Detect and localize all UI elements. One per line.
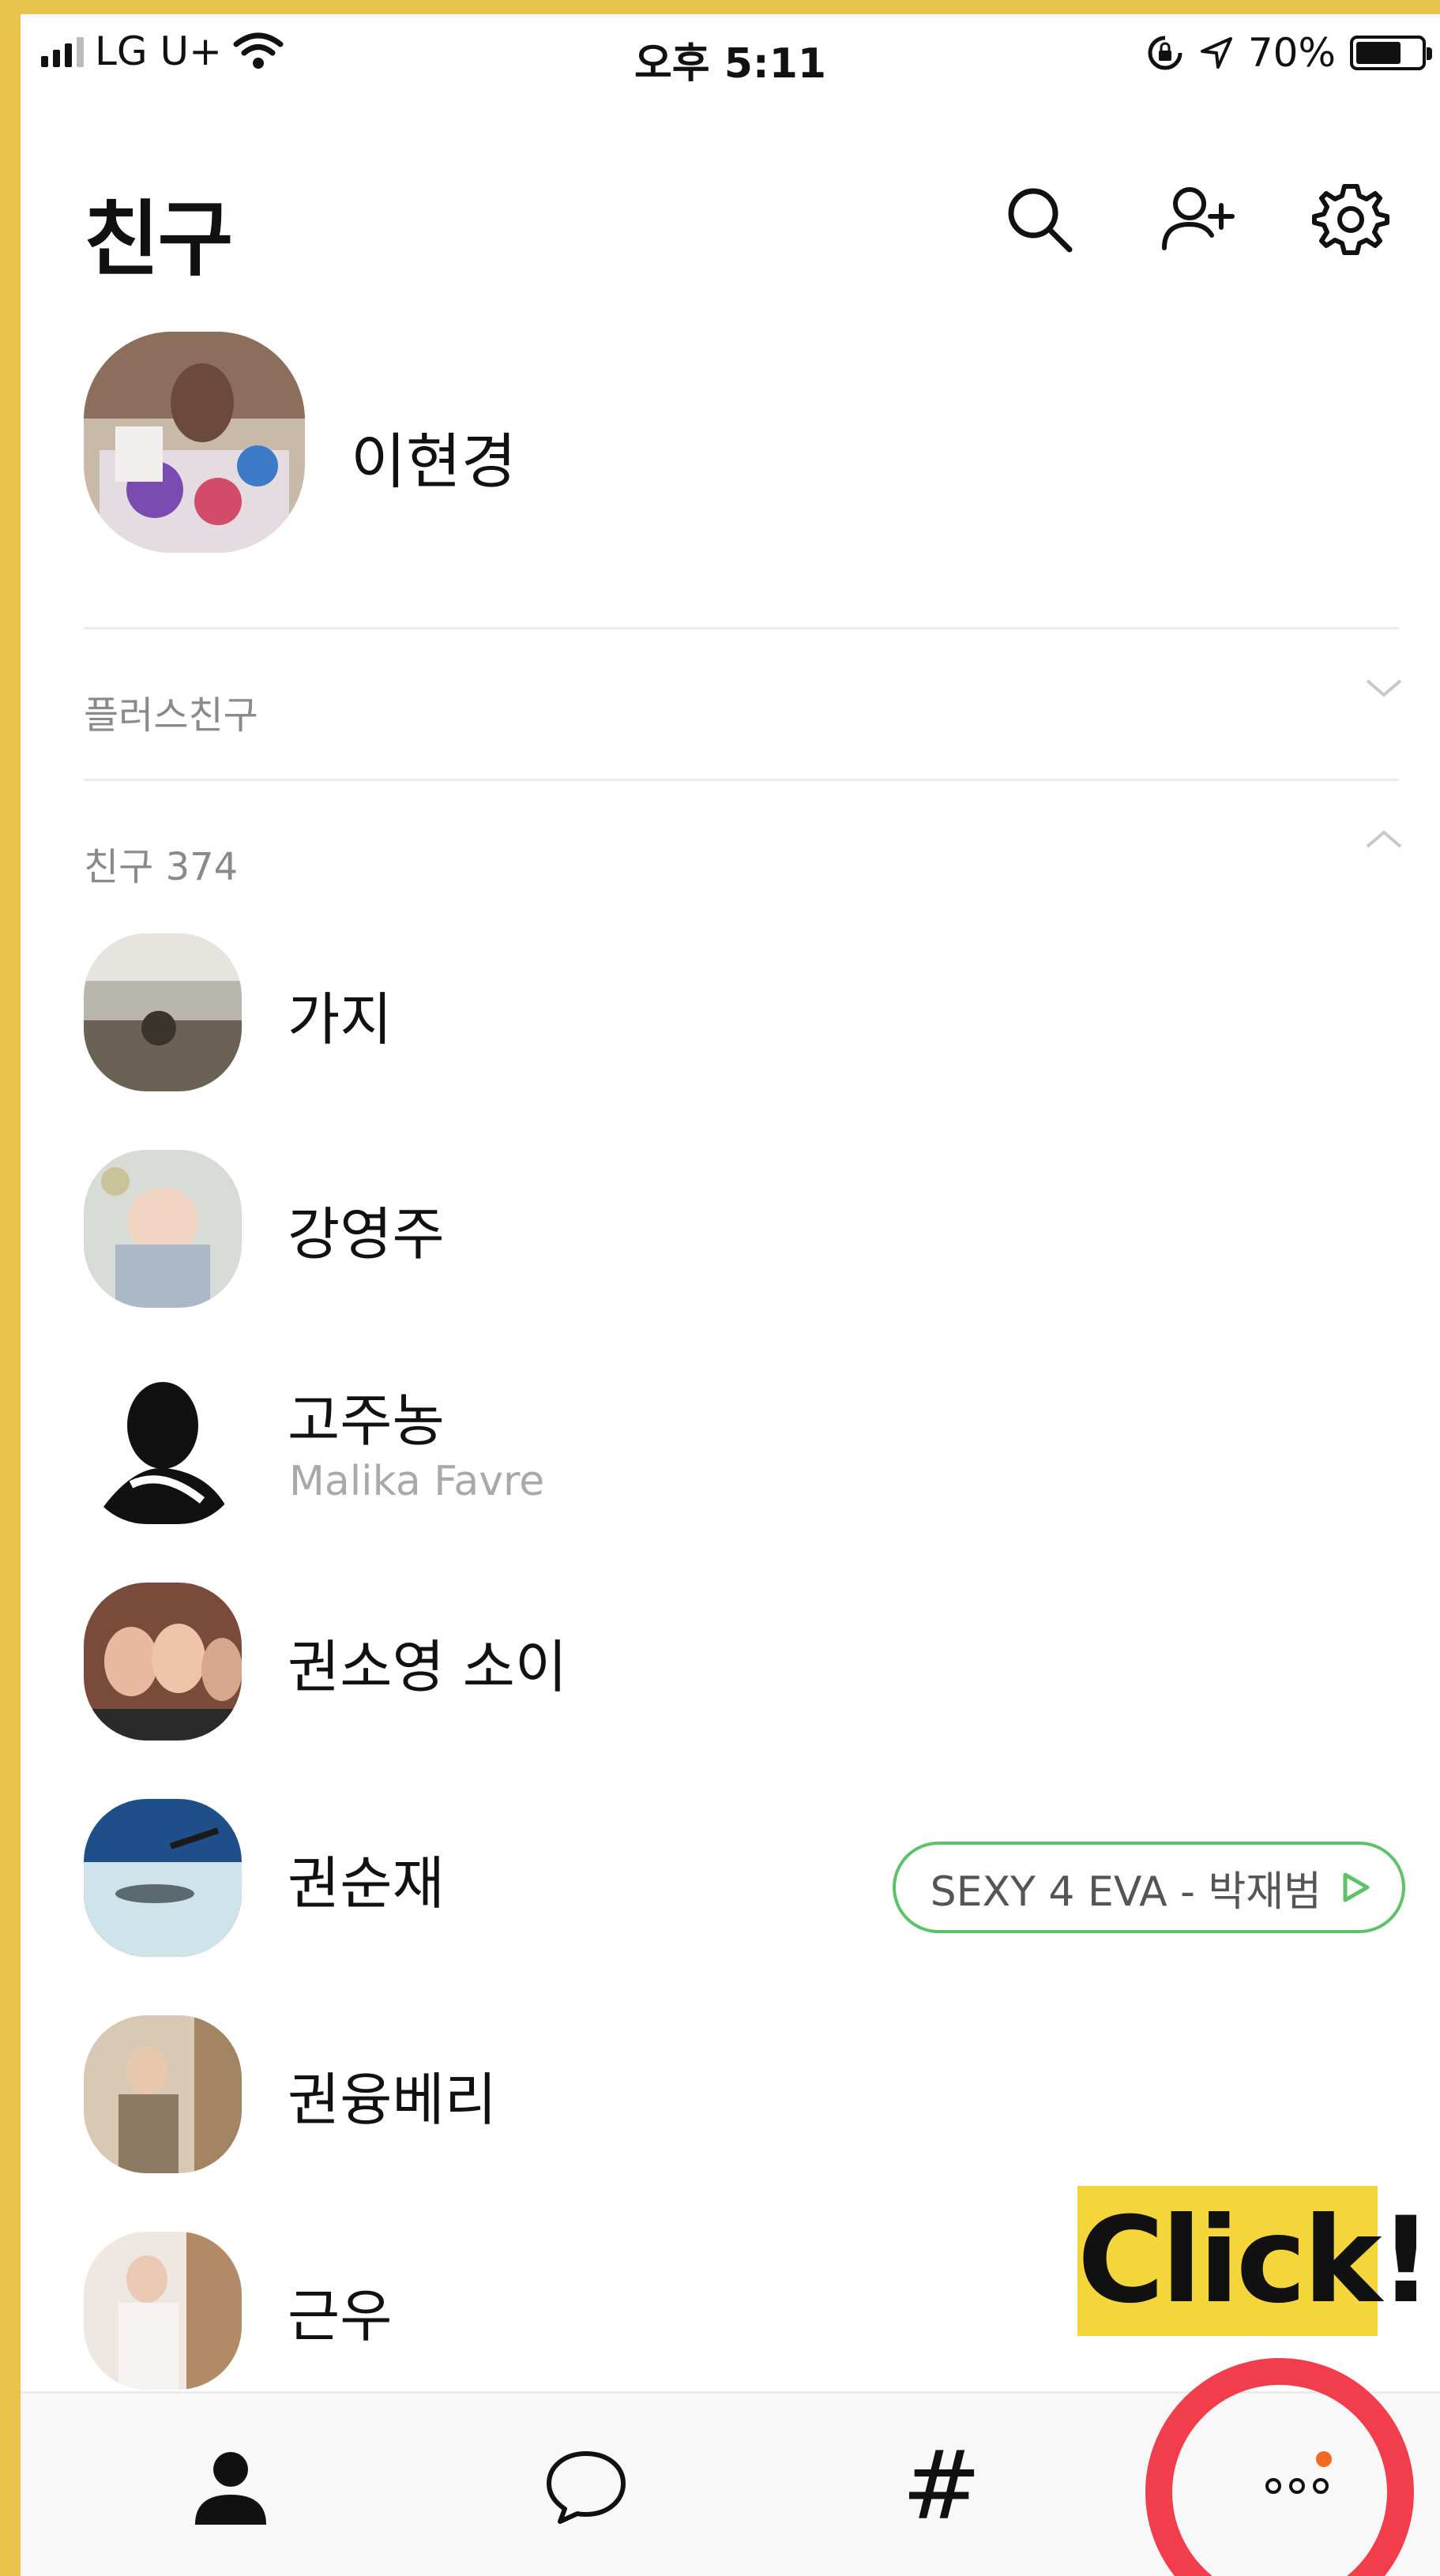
- friend-row[interactable]: 강영주: [21, 1123, 1440, 1312]
- friends-screen: LG U+ 오후 5:11 70% 친구 이현경 플러스친구 친구 374 가지…: [21, 14, 1440, 2576]
- friend-avatar[interactable]: [84, 1366, 242, 1524]
- friend-row[interactable]: 권순재 SEXY 4 EVA - 박재범: [21, 1772, 1440, 1962]
- status-right: 70%: [1145, 30, 1432, 76]
- friends-count-label[interactable]: 친구 374: [84, 836, 238, 891]
- friend-avatar[interactable]: [84, 1150, 242, 1308]
- tab-more[interactable]: [1218, 2394, 1376, 2576]
- friend-avatar[interactable]: [84, 1799, 242, 1957]
- chevron-down-icon[interactable]: [1364, 676, 1404, 700]
- friend-status-message: Malika Favre: [289, 1458, 545, 1505]
- search-button[interactable]: [1000, 180, 1079, 259]
- add-friend-icon: [1162, 187, 1235, 250]
- tab-chats[interactable]: [507, 2394, 665, 2576]
- profile-music-badge[interactable]: SEXY 4 EVA - 박재범: [892, 1842, 1405, 1933]
- friend-row[interactable]: 가지: [21, 907, 1440, 1096]
- friend-name: 권순재: [288, 1850, 445, 1917]
- profile-music-label: SEXY 4 EVA - 박재범: [930, 1868, 1322, 1916]
- battery-icon: [1350, 36, 1432, 70]
- status-bar: LG U+ 오후 5:11 70%: [21, 14, 1440, 93]
- my-avatar-image: [84, 332, 305, 553]
- play-icon: [1343, 1872, 1370, 1902]
- new-badge-dot: [1316, 2451, 1332, 2467]
- friend-name: 권융베리: [288, 2067, 497, 2133]
- battery-fill: [1356, 42, 1401, 64]
- location-icon: [1200, 37, 1232, 69]
- add-friend-button[interactable]: [1158, 180, 1237, 259]
- gear-icon: [1312, 184, 1389, 255]
- page-title: 친구: [84, 191, 233, 287]
- chevron-up-icon[interactable]: [1364, 828, 1404, 851]
- friend-name: 가지: [288, 986, 393, 1053]
- friend-avatar[interactable]: [84, 2015, 242, 2173]
- orientation-lock-icon: [1148, 36, 1182, 70]
- tab-hash[interactable]: #: [863, 2394, 1021, 2576]
- my-profile-name[interactable]: 이현경: [351, 413, 517, 500]
- friend-name: 강영주: [288, 1201, 445, 1267]
- friend-row[interactable]: 고주농 Malika Favre: [21, 1339, 1440, 1529]
- divider: [84, 779, 1399, 781]
- search-icon: [1008, 188, 1073, 253]
- plus-friends-label[interactable]: 플러스친구: [84, 684, 258, 739]
- bottom-tab-bar: #: [21, 2391, 1440, 2576]
- my-profile-avatar[interactable]: [84, 332, 305, 553]
- tab-friends[interactable]: [152, 2394, 310, 2576]
- divider: [84, 627, 1399, 629]
- click-callout: Click!: [1077, 2186, 1433, 2336]
- friend-name: 권소영 소이: [288, 1634, 568, 1700]
- settings-button[interactable]: [1311, 180, 1390, 259]
- friend-avatar[interactable]: [84, 1583, 242, 1740]
- friend-row[interactable]: 권소영 소이: [21, 1556, 1440, 1745]
- friend-avatar[interactable]: [84, 933, 242, 1091]
- person-icon: [195, 2452, 266, 2525]
- friend-name: 고주농: [288, 1388, 445, 1454]
- chat-bubble-icon: [547, 2451, 626, 2524]
- hash-icon: #: [901, 2431, 982, 2541]
- battery-percent: 70%: [1247, 30, 1336, 76]
- friend-row[interactable]: 권융베리: [21, 1988, 1440, 2178]
- friend-avatar[interactable]: [84, 2232, 242, 2390]
- friend-name: 근우: [288, 2283, 393, 2349]
